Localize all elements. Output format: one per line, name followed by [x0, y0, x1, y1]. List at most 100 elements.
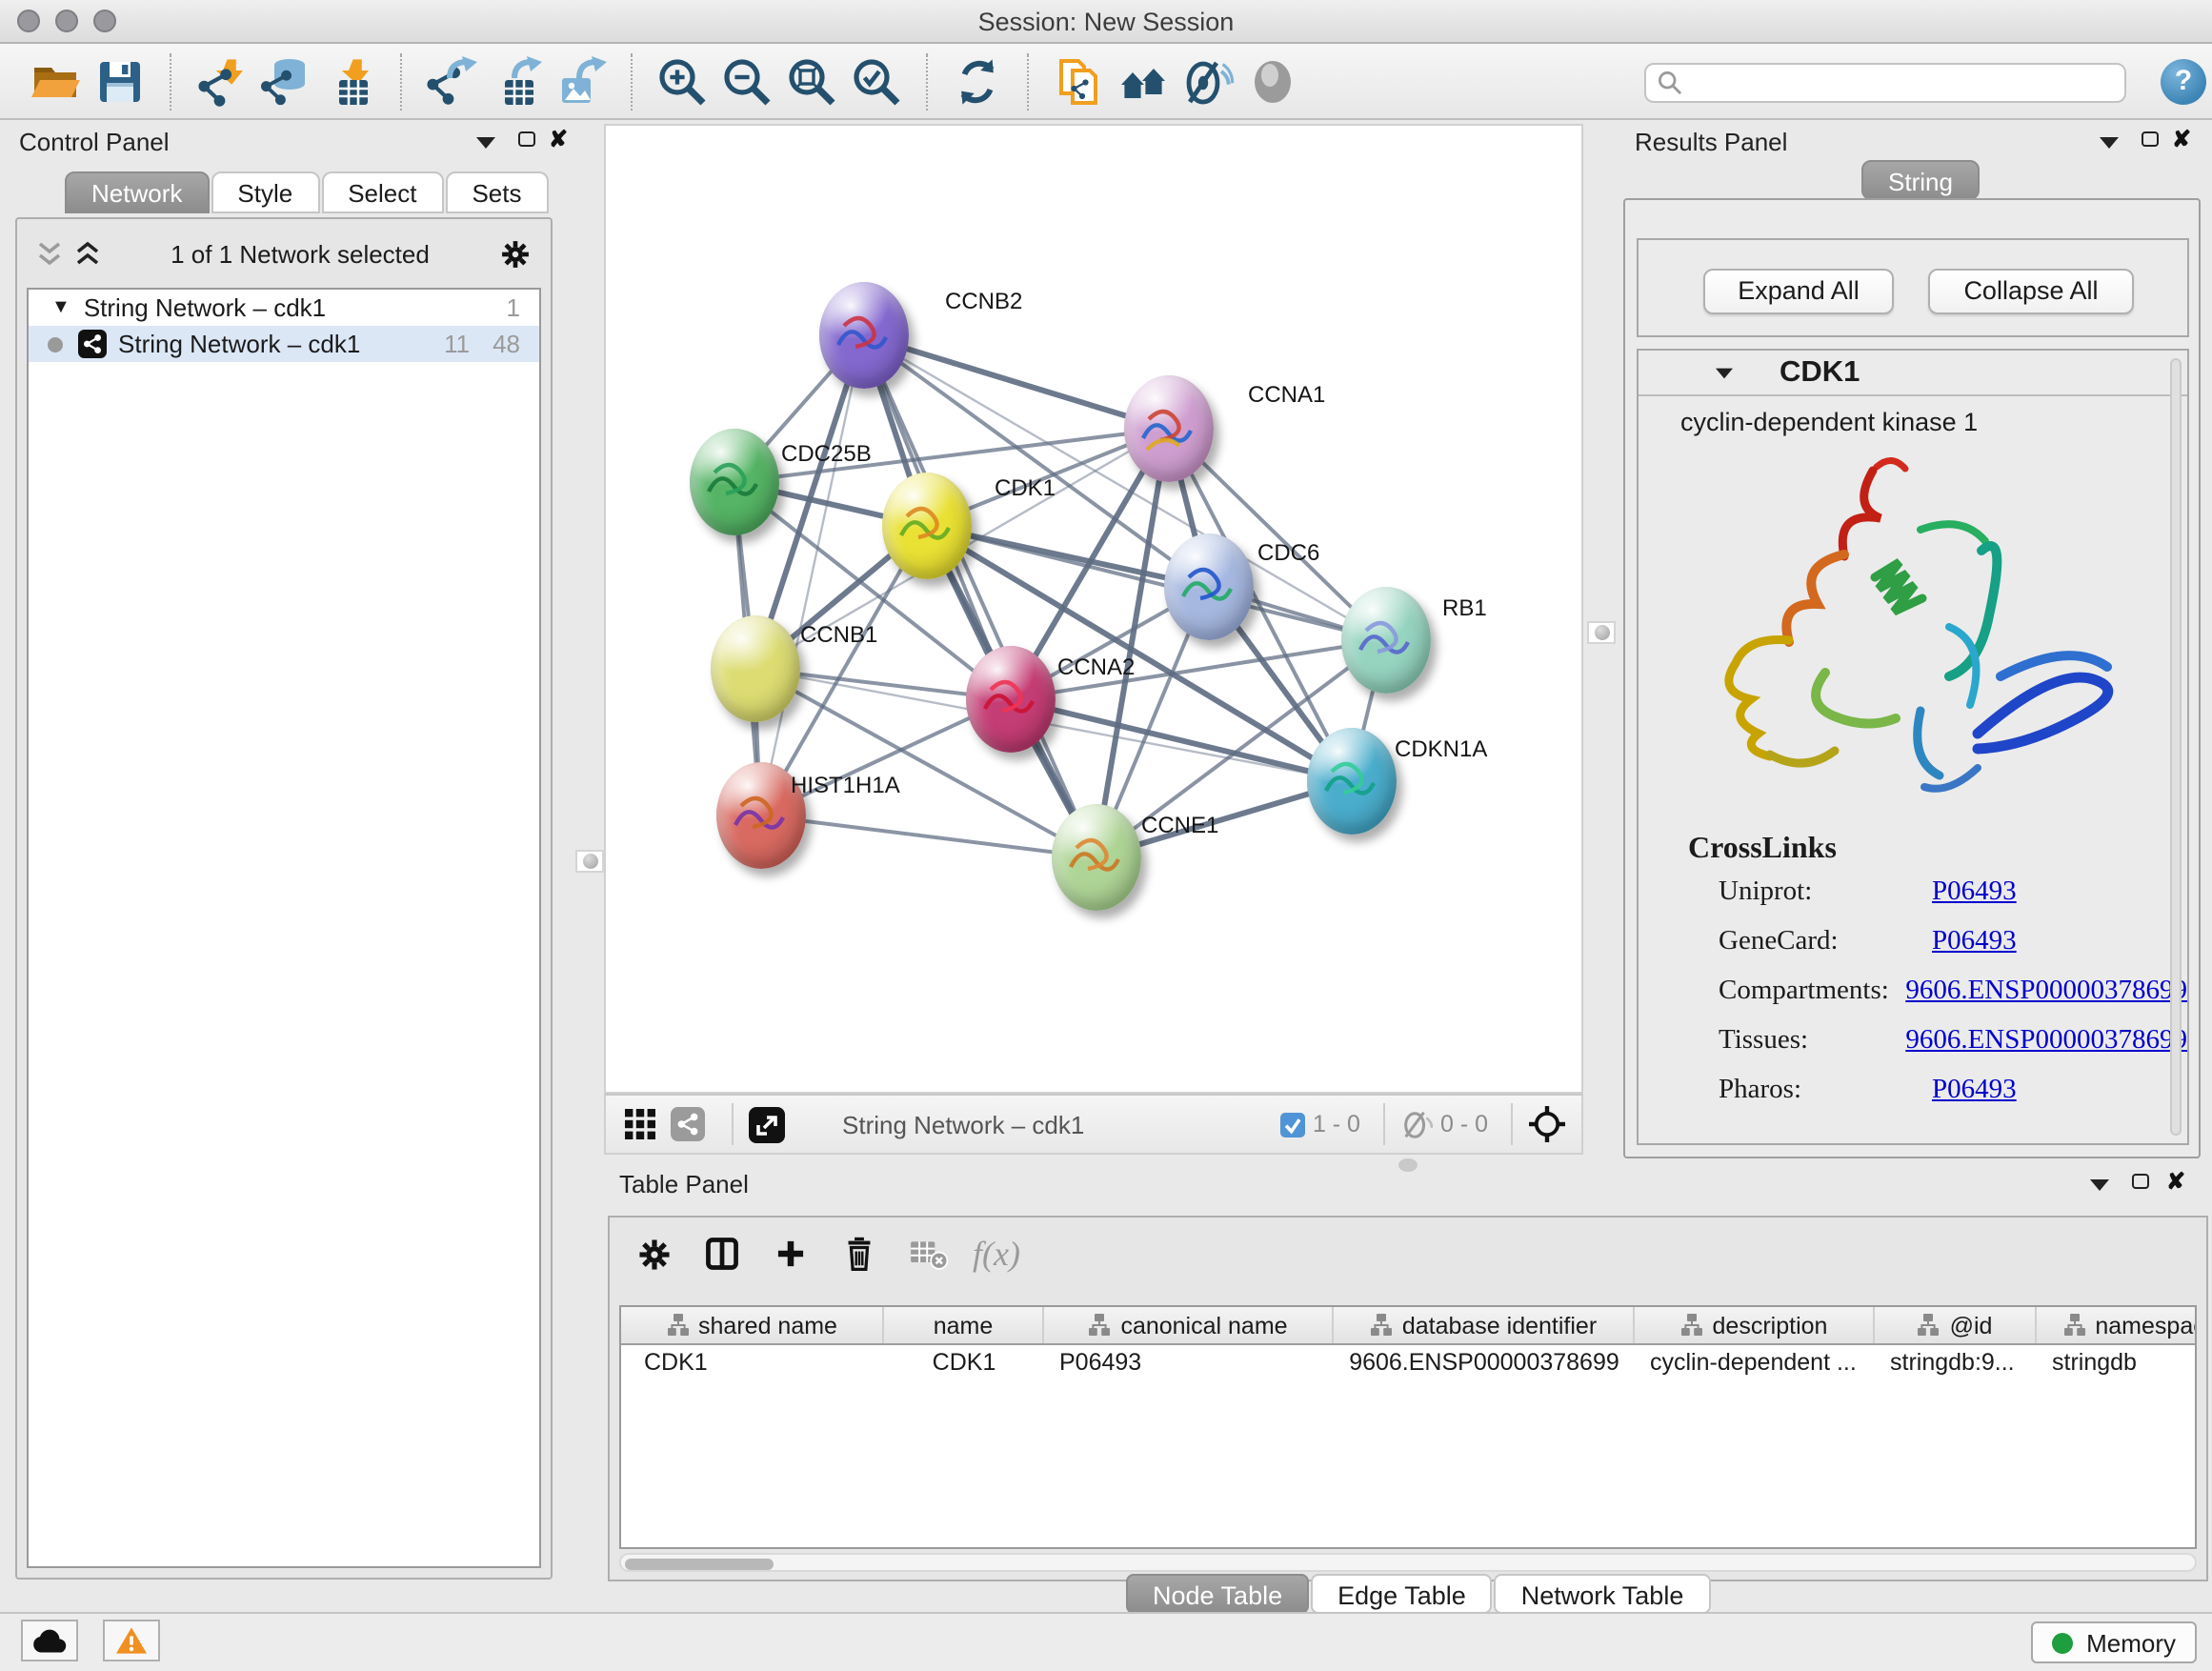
network-node-CDKN1A[interactable]	[1306, 728, 1396, 835]
warning-status-button[interactable]	[103, 1620, 160, 1661]
network-node-CCNB2[interactable]	[818, 282, 908, 389]
hidden-eye-icon[interactable]	[1400, 1108, 1433, 1140]
panel-close-icon[interactable]: ✘	[549, 126, 568, 152]
network-edge[interactable]	[760, 335, 863, 815]
left-splitter-handle[interactable]	[575, 850, 604, 873]
table-cell[interactable]: P06493	[1044, 1345, 1334, 1381]
panel-float-icon[interactable]	[2132, 1174, 2149, 1189]
network-node-CCNB1[interactable]	[710, 615, 799, 722]
cloud-status-button[interactable]	[21, 1620, 78, 1661]
column-header-name[interactable]: name	[884, 1307, 1044, 1343]
network-collection-row[interactable]: ▼ String Network – cdk1 1	[29, 290, 539, 326]
expand-all-icon[interactable]	[74, 240, 101, 267]
help-button[interactable]: ?	[2161, 59, 2206, 105]
panel-collapse-icon[interactable]	[2100, 137, 2119, 149]
panel-close-icon[interactable]: ✘	[2172, 126, 2191, 152]
network-row-selected[interactable]: String Network – cdk1 11 48	[29, 326, 539, 362]
home-button[interactable]	[1115, 52, 1172, 110]
table-settings-gear-icon[interactable]	[629, 1233, 678, 1275]
section-collapse-icon[interactable]	[1716, 368, 1733, 378]
column-header-canonical-name[interactable]: canonical name	[1044, 1307, 1334, 1343]
crosshair-icon[interactable]	[1528, 1105, 1566, 1143]
table-cell[interactable]: cyclin-dependent ...	[1635, 1345, 1875, 1381]
collapse-all-button[interactable]: Collapse All	[1928, 269, 2134, 314]
add-column-icon[interactable]	[766, 1233, 815, 1275]
column-header-description[interactable]: description	[1635, 1307, 1875, 1343]
network-node-RB1[interactable]	[1340, 587, 1430, 694]
network-edge[interactable]	[760, 815, 1096, 857]
open-file-button[interactable]	[27, 52, 84, 110]
network-node-CCNA2[interactable]	[965, 646, 1055, 753]
network-node-CDC25B[interactable]	[689, 429, 778, 535]
scrollbar-thumb[interactable]	[625, 1558, 774, 1569]
export-image-button[interactable]	[553, 52, 610, 110]
crosslink-value-link[interactable]: P06493	[1932, 876, 2017, 908]
delete-column-trash-icon[interactable]	[835, 1233, 884, 1275]
table-cell[interactable]: CDK1	[884, 1345, 1044, 1381]
network-view-icon[interactable]	[671, 1107, 705, 1141]
crosslink-value-link[interactable]: 9606.ENSP00000378699	[1905, 975, 2187, 1007]
table-cell[interactable]: stringdb	[2037, 1345, 2197, 1381]
zoom-in-button[interactable]	[654, 52, 711, 110]
tab-style[interactable]: Style	[211, 171, 319, 213]
grid-view-icon[interactable]	[625, 1109, 655, 1139]
inactive-eye-button[interactable]	[1244, 52, 1301, 110]
tab-edge-table[interactable]: Edge Table	[1311, 1574, 1493, 1614]
import-network-file-button[interactable]	[192, 52, 250, 110]
zoom-fit-content-button[interactable]	[783, 52, 840, 110]
table-cell[interactable]: CDK1	[621, 1345, 884, 1381]
import-network-database-button[interactable]	[257, 52, 314, 110]
panel-float-icon[interactable]	[518, 131, 535, 147]
column-header--id[interactable]: @id	[1875, 1307, 2037, 1343]
tree-expand-icon[interactable]: ▼	[51, 297, 70, 318]
panel-collapse-icon[interactable]	[476, 137, 495, 149]
panel-float-icon[interactable]	[2142, 131, 2159, 147]
collapse-all-icon[interactable]	[36, 240, 63, 267]
panel-collapse-icon[interactable]	[2090, 1179, 2109, 1191]
search-box[interactable]	[1644, 63, 2126, 103]
tab-network[interactable]: Network	[65, 171, 209, 213]
birdseye-view-icon[interactable]	[749, 1106, 785, 1142]
column-header-database-identifier[interactable]: database identifier	[1334, 1307, 1635, 1343]
search-input[interactable]	[1692, 68, 2113, 98]
function-builder-icon[interactable]: f(x)	[972, 1233, 1021, 1275]
memory-button[interactable]: Memory	[2031, 1621, 2197, 1663]
column-header-namespace[interactable]: namespace	[2037, 1307, 2197, 1343]
hide-unhide-button[interactable]	[1179, 52, 1237, 110]
table-cell[interactable]: 9606.ENSP00000378699	[1334, 1345, 1635, 1381]
results-scrollbar[interactable]	[2170, 358, 2182, 1136]
zoom-out-button[interactable]	[718, 52, 775, 110]
right-splitter-handle[interactable]	[1587, 621, 1616, 644]
network-node-CCNA1[interactable]	[1123, 375, 1213, 482]
tab-node-table[interactable]: Node Table	[1126, 1574, 1309, 1614]
network-canvas[interactable]: CCNB2CCNA1CDC25BCDK1CDC6RB1CCNB1CCNA2CDK…	[604, 124, 1583, 1094]
refresh-view-button[interactable]	[949, 52, 1006, 110]
network-node-CDC6[interactable]	[1163, 534, 1253, 640]
tab-network-table[interactable]: Network Table	[1495, 1574, 1711, 1614]
tab-string[interactable]: String	[1861, 160, 1980, 200]
selected-checkbox-icon[interactable]	[1280, 1112, 1305, 1137]
gear-icon[interactable]	[499, 237, 532, 270]
crosslink-value-link[interactable]: P06493	[1932, 1074, 2017, 1106]
crosslink-value-link[interactable]: 9606.ENSP00000378699	[1905, 1024, 2187, 1057]
network-edge[interactable]	[863, 335, 1168, 429]
table-row[interactable]: CDK1CDK1P064939606.ENSP00000378699cyclin…	[621, 1345, 2195, 1381]
expand-all-button[interactable]: Expand All	[1703, 269, 1894, 314]
export-table-button[interactable]	[488, 52, 545, 110]
tab-sets[interactable]: Sets	[445, 171, 548, 213]
zoom-selected-button[interactable]	[848, 52, 905, 110]
network-node-CCNE1[interactable]	[1051, 804, 1140, 911]
network-node-CDK1[interactable]	[881, 473, 971, 579]
gene-section-header[interactable]: CDK1	[1639, 351, 2187, 396]
crosslink-value-link[interactable]: P06493	[1932, 925, 2017, 957]
column-header-shared-name[interactable]: shared name	[621, 1307, 884, 1343]
export-network-button[interactable]	[423, 52, 480, 110]
save-session-button[interactable]	[91, 52, 149, 110]
tab-select[interactable]: Select	[321, 171, 443, 213]
show-columns-icon[interactable]	[697, 1233, 747, 1275]
import-table-button[interactable]	[322, 52, 379, 110]
network-from-document-button[interactable]	[1050, 52, 1107, 110]
table-cell[interactable]: stringdb:9...	[1875, 1345, 2037, 1381]
table-horizontal-scrollbar[interactable]	[619, 1553, 2197, 1572]
delete-table-icon[interactable]	[903, 1233, 953, 1275]
